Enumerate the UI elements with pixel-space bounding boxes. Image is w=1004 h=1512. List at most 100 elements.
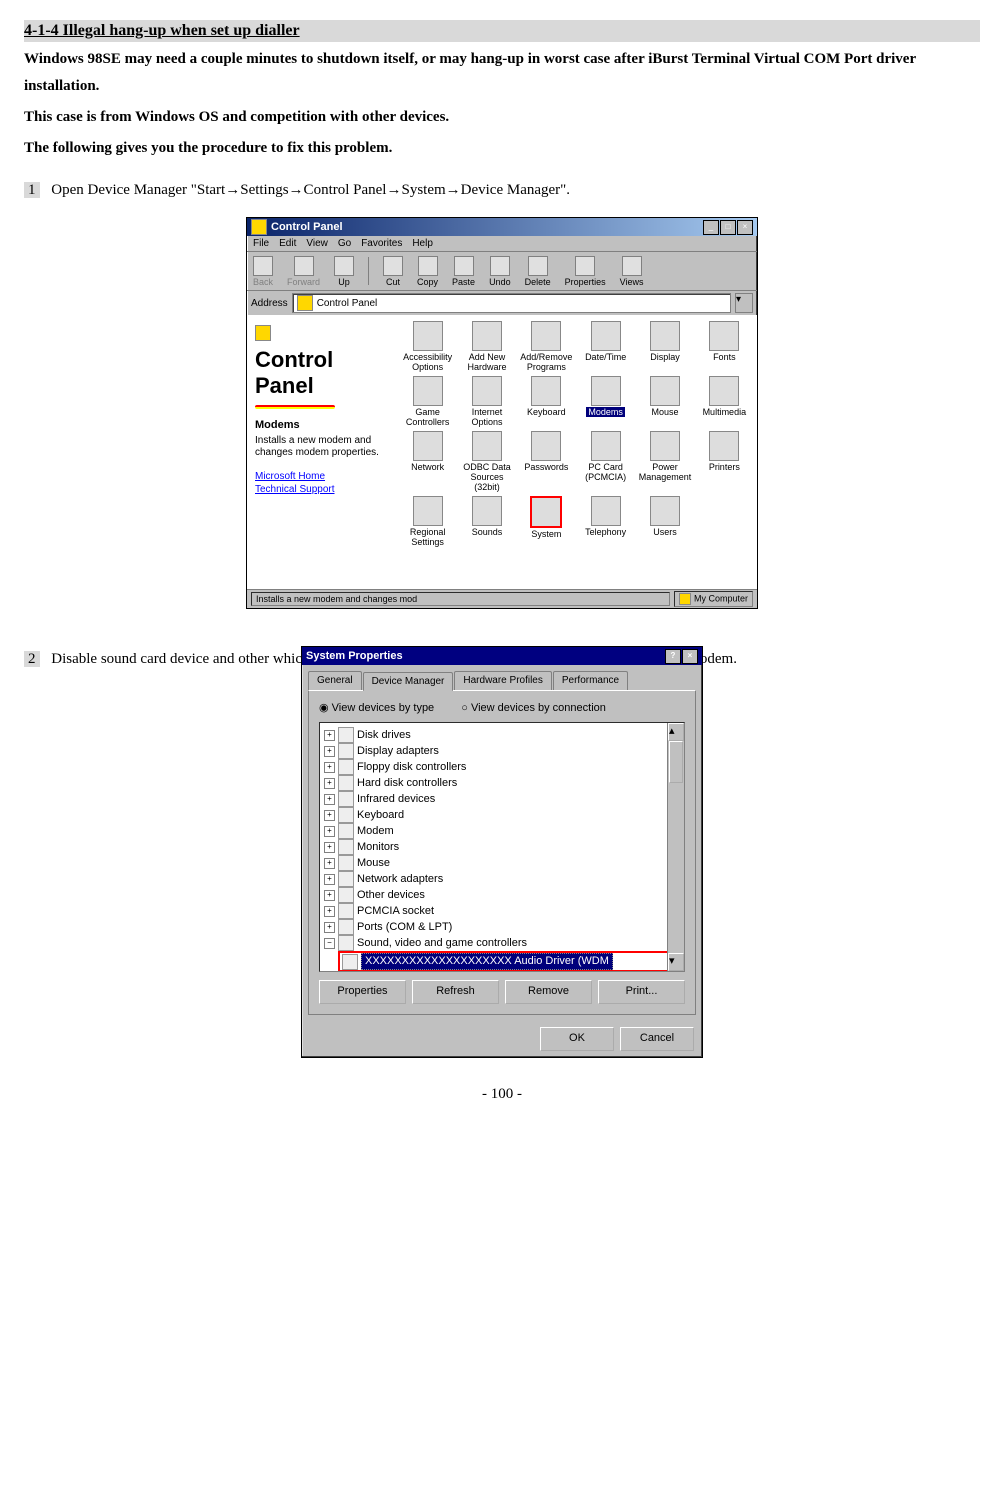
menu-favorites[interactable]: Favorites [361, 238, 402, 249]
address-value: Control Panel [317, 298, 378, 309]
cp-icon-pc-card-pcmcia-[interactable]: PC Card (PCMCIA) [577, 431, 634, 492]
system-properties-dialog: System Properties ? × General Device Man… [301, 646, 703, 1058]
toolbar: Back Forward Up Cut Copy Paste Undo Dele… [247, 251, 757, 291]
scroll-up-button[interactable]: ▴ [668, 723, 684, 741]
tree-item[interactable]: +Ports (COM & LPT) [322, 919, 682, 935]
tree-item[interactable]: +Display adapters [322, 743, 682, 759]
dialog-help-button[interactable]: ? [665, 649, 681, 664]
tree-item[interactable]: +Monitors [322, 839, 682, 855]
cp-pane-icon [255, 325, 271, 341]
cp-icon-network[interactable]: Network [399, 431, 456, 492]
tree-item[interactable]: +Other devices [322, 887, 682, 903]
address-bar: Address Control Panel ▾ [247, 291, 757, 315]
tab-general[interactable]: General [308, 671, 362, 690]
radio-view-by-type[interactable]: ◉ View devices by type [319, 702, 434, 714]
tree-item[interactable]: −Sound, video and game controllers [322, 935, 682, 951]
tree-item[interactable]: +Mouse [322, 855, 682, 871]
intro-para-1: Windows 98SE may need a couple minutes t… [24, 46, 980, 100]
cp-icon-accessibility-options[interactable]: Accessibility Options [399, 321, 456, 372]
toolbar-up[interactable]: Up [334, 256, 354, 287]
refresh-button[interactable]: Refresh [412, 980, 499, 1004]
device-tree[interactable]: +Disk drives+Display adapters+Floppy dis… [319, 722, 685, 972]
minimize-button[interactable]: _ [703, 220, 719, 235]
maximize-button[interactable]: □ [720, 220, 736, 235]
toolbar-forward[interactable]: Forward [287, 256, 320, 287]
dialog-close-button[interactable]: × [682, 649, 698, 664]
cp-icon-passwords[interactable]: Passwords [518, 431, 575, 492]
link-ms-home[interactable]: Microsoft Home [255, 471, 387, 482]
cp-icon-sounds[interactable]: Sounds [458, 496, 515, 547]
cp-icon-date-time[interactable]: Date/Time [577, 321, 634, 372]
remove-button[interactable]: Remove [505, 980, 592, 1004]
tree-item[interactable]: +Network adapters [322, 871, 682, 887]
tab-hardware-profiles[interactable]: Hardware Profiles [454, 671, 551, 690]
toolbar-copy[interactable]: Copy [417, 256, 438, 287]
cp-icon-multimedia[interactable]: Multimedia [696, 376, 753, 427]
cp-icon-fonts[interactable]: Fonts [696, 321, 753, 372]
menu-bar: File Edit View Go Favorites Help [247, 236, 757, 251]
cp-icon-display[interactable]: Display [636, 321, 693, 372]
toolbar-cut[interactable]: Cut [383, 256, 403, 287]
tree-item[interactable]: +Keyboard [322, 807, 682, 823]
menu-file[interactable]: File [253, 238, 269, 249]
dialog-title: System Properties [306, 650, 403, 662]
toolbar-properties[interactable]: Properties [565, 256, 606, 287]
tree-item[interactable]: +Modem [322, 823, 682, 839]
step-2-number: 2 [24, 651, 40, 667]
toolbar-delete[interactable]: Delete [525, 256, 551, 287]
section-heading: 4-1-4 Illegal hang-up when set up dialle… [24, 20, 980, 42]
cp-icon-game-controllers[interactable]: Game Controllers [399, 376, 456, 427]
tree-item[interactable]: +Floppy disk controllers [322, 759, 682, 775]
tab-performance[interactable]: Performance [553, 671, 628, 690]
cp-icon-system[interactable]: System [518, 496, 575, 547]
cp-icon-internet-options[interactable]: Internet Options [458, 376, 515, 427]
status-left: Installs a new modem and changes mod [251, 592, 670, 606]
ok-button[interactable]: OK [540, 1027, 614, 1051]
toolbar-undo[interactable]: Undo [489, 256, 511, 287]
cp-icon-regional-settings[interactable]: Regional Settings [399, 496, 456, 547]
toolbar-paste[interactable]: Paste [452, 256, 475, 287]
tree-item[interactable]: +Disk drives [322, 727, 682, 743]
print-button[interactable]: Print... [598, 980, 685, 1004]
menu-go[interactable]: Go [338, 238, 351, 249]
step-1: 1 Open Device Manager "Start→Settings→Co… [24, 182, 980, 199]
cp-icon-keyboard[interactable]: Keyboard [518, 376, 575, 427]
tree-item-selected-audio-driver[interactable]: XXXXXXXXXXXXXXXXXXXX Audio Driver (WDM [338, 951, 682, 972]
tree-item[interactable]: +PCMCIA socket [322, 903, 682, 919]
toolbar-back[interactable]: Back [253, 256, 273, 287]
cp-icon-telephony[interactable]: Telephony [577, 496, 634, 547]
cp-icon-add-new-hardware[interactable]: Add New Hardware [458, 321, 515, 372]
scroll-thumb[interactable] [669, 741, 683, 783]
menu-view[interactable]: View [306, 238, 328, 249]
menu-edit[interactable]: Edit [279, 238, 296, 249]
status-bar: Installs a new modem and changes mod My … [247, 589, 757, 608]
tree-item[interactable]: +Hard disk controllers [322, 775, 682, 791]
cp-icon-add-remove-programs[interactable]: Add/Remove Programs [518, 321, 575, 372]
cp-icon-mouse[interactable]: Mouse [636, 376, 693, 427]
address-label: Address [251, 298, 288, 309]
tree-item[interactable]: +Infrared devices [322, 791, 682, 807]
cp-icon-power-management[interactable]: Power Management [636, 431, 693, 492]
radio-view-by-connection[interactable]: ○ View devices by connection [461, 702, 606, 714]
link-tech-support[interactable]: Technical Support [255, 484, 387, 495]
address-input[interactable]: Control Panel [292, 293, 731, 313]
control-panel-window: Control Panel _ □ × File Edit View Go Fa… [246, 217, 758, 609]
window-titlebar[interactable]: Control Panel _ □ × [247, 218, 757, 236]
cancel-button[interactable]: Cancel [620, 1027, 694, 1051]
scroll-down-button[interactable]: ▾ [668, 953, 684, 971]
cp-icon-modems[interactable]: Modems [577, 376, 634, 427]
dialog-titlebar[interactable]: System Properties ? × [302, 647, 702, 665]
cp-icon-odbc-data-sources-32bit-[interactable]: ODBC Data Sources (32bit) [458, 431, 515, 492]
tab-device-manager[interactable]: Device Manager [363, 672, 454, 691]
properties-button[interactable]: Properties [319, 980, 406, 1004]
toolbar-views[interactable]: Views [620, 256, 644, 287]
address-folder-icon [297, 295, 313, 311]
cp-icon-users[interactable]: Users [636, 496, 693, 547]
close-button[interactable]: × [737, 220, 753, 235]
control-panel-icon [251, 219, 267, 235]
tree-scrollbar[interactable]: ▴ ▾ [667, 723, 684, 971]
cp-icon-printers[interactable]: Printers [696, 431, 753, 492]
address-dropdown[interactable]: ▾ [735, 293, 753, 313]
menu-help[interactable]: Help [412, 238, 433, 249]
step-1-text: Open Device Manager "Start→Settings→Cont… [51, 182, 570, 198]
